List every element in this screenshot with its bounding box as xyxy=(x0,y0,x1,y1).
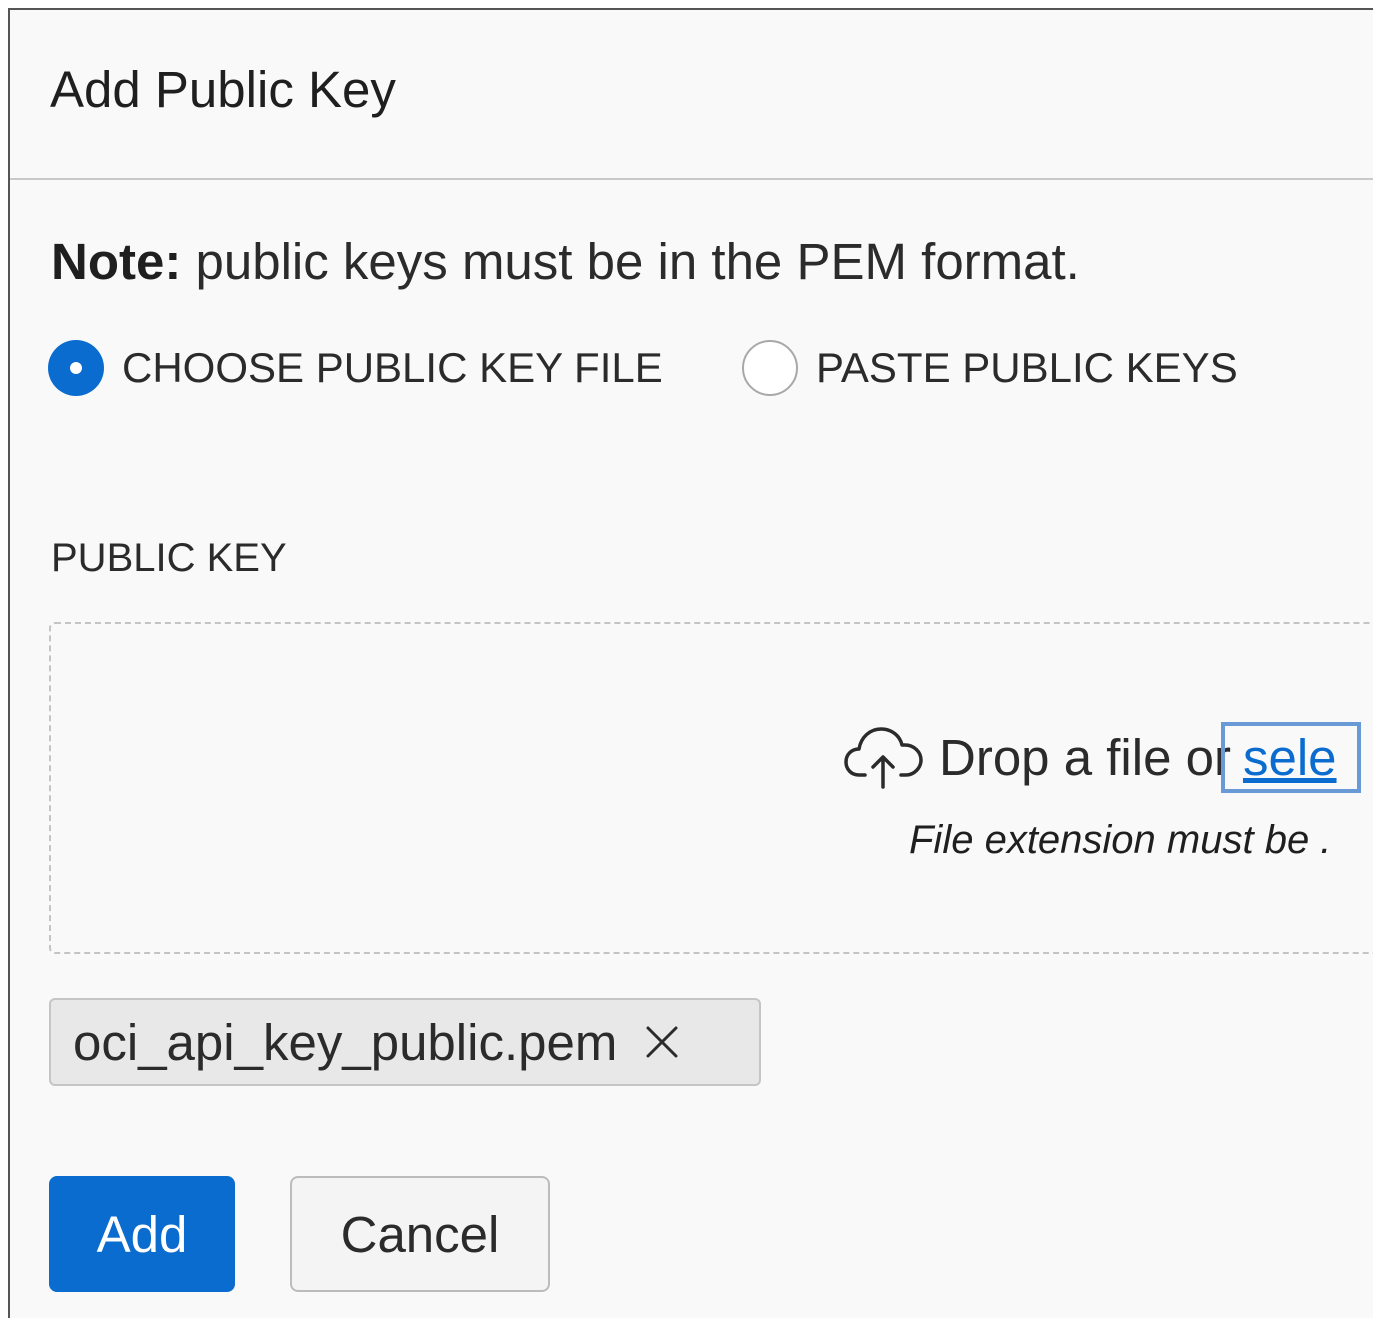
file-extension-hint: File extension must be . xyxy=(909,818,1332,862)
dialog-header: Add Public Key xyxy=(10,10,1373,180)
select-file-link[interactable]: sele xyxy=(1220,721,1361,793)
drop-file-text: Drop a file or xyxy=(939,728,1231,786)
drop-instructions: Drop a file or sele xyxy=(843,712,1361,802)
note-text: public keys must be in the PEM format. xyxy=(181,233,1080,290)
cloud-upload-icon xyxy=(843,723,925,791)
pem-format-note: Note: public keys must be in the PEM for… xyxy=(51,232,1080,291)
selected-file-chip: oci_api_key_public.pem xyxy=(49,998,761,1086)
choose-key-file-option[interactable]: CHOOSE PUBLIC KEY FILE xyxy=(48,338,663,398)
close-icon[interactable] xyxy=(643,1023,681,1061)
paste-keys-option[interactable]: PASTE PUBLIC KEYS xyxy=(742,338,1238,398)
note-label: Note: xyxy=(51,233,182,290)
paste-keys-label: PASTE PUBLIC KEYS xyxy=(816,344,1238,391)
add-button[interactable]: Add xyxy=(49,1176,235,1292)
add-public-key-dialog: Add Public Key Note: public keys must be… xyxy=(8,8,1373,1318)
file-dropzone[interactable]: Drop a file or sele File extension must … xyxy=(49,622,1373,954)
cancel-button[interactable]: Cancel xyxy=(290,1176,550,1292)
choose-key-file-radio[interactable] xyxy=(48,340,104,396)
paste-keys-radio[interactable] xyxy=(742,340,798,396)
choose-key-file-label: CHOOSE PUBLIC KEY FILE xyxy=(122,344,663,391)
selected-file-name: oci_api_key_public.pem xyxy=(73,1013,618,1071)
dialog-title: Add Public Key xyxy=(50,61,396,118)
public-key-label: PUBLIC KEY xyxy=(51,536,287,580)
